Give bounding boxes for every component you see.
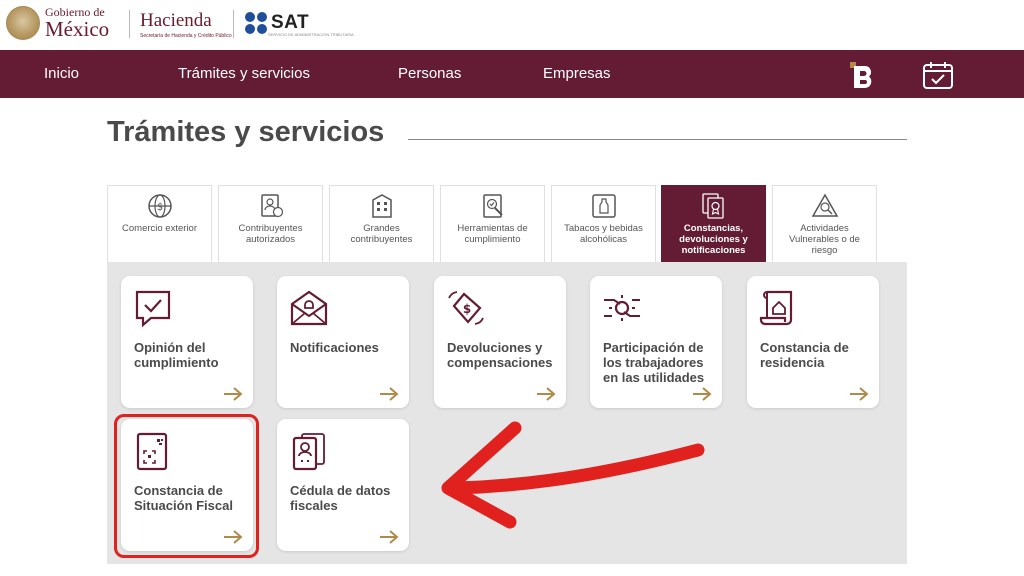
calendar-check-icon[interactable]: [922, 60, 954, 90]
arrow-right-icon: [380, 530, 399, 544]
money-exchange-icon: $: [448, 291, 484, 325]
sat-word: SAT: [271, 12, 310, 33]
hands-gear-icon: [604, 295, 640, 321]
tab-label: Actividades Vulnerables o de riesgo: [789, 223, 860, 256]
tab-label: Constancias, devoluciones y notificacion…: [679, 223, 748, 256]
building-icon: [371, 194, 392, 218]
tab-label: Grandes contribuyentes: [350, 223, 413, 245]
warning-triangle-icon: [811, 193, 838, 217]
chat-check-icon: [135, 290, 171, 328]
card-label: Notificaciones: [290, 340, 379, 355]
arrow-right-icon: [693, 387, 712, 401]
arrow-right-icon: [850, 387, 869, 401]
gobierno-mexico-logo[interactable]: Gobierno de México: [6, 6, 109, 40]
card-constancia-situacion-fiscal[interactable]: Constancia de Situación Fiscal: [121, 419, 253, 551]
globe-dollar-icon: $: [147, 194, 172, 218]
page-title: Trámites y servicios: [107, 116, 385, 148]
tab-label: Contribuyentes autorizados: [238, 223, 303, 245]
bottle-frame-icon: [591, 194, 616, 218]
hacienda-logo[interactable]: Hacienda Secretaría de Hacienda y Crédit…: [140, 11, 232, 39]
tab-comercio-exterior[interactable]: $ Comercio exterior: [107, 185, 212, 262]
nav-item-inicio[interactable]: Inicio: [44, 50, 79, 98]
qr-card-icon: [136, 432, 168, 471]
tab-label: Tabacos y bebidas alcohólicas: [564, 223, 643, 245]
document-check-icon: [482, 194, 503, 218]
tab-tabacos-bebidas[interactable]: Tabacos y bebidas alcohólicas: [551, 185, 656, 262]
gob-big-text: México: [45, 17, 110, 41]
title-divider: [408, 139, 907, 140]
card-notificaciones[interactable]: Notificaciones: [277, 276, 409, 408]
header-logos: Gobierno de México Hacienda Secretaría d…: [0, 0, 1024, 50]
document-user-icon: [260, 194, 283, 218]
arrow-right-icon: [224, 387, 243, 401]
card-label: Participación de los trabajadores en las…: [603, 340, 705, 385]
card-label: Constancia de residencia: [760, 340, 849, 370]
svg-text:$: $: [463, 302, 471, 316]
tab-contribuyentes-autorizados[interactable]: Contribuyentes autorizados: [218, 185, 323, 262]
sat-subtitle: SERVICIO DE ADMINISTRACIÓN TRIBUTARIA: [268, 32, 354, 37]
tab-actividades-vulnerables[interactable]: Actividades Vulnerables o de riesgo: [772, 185, 877, 262]
sat-dots-icon: [245, 12, 267, 34]
svg-text:$: $: [156, 202, 162, 213]
sat-logo[interactable]: SAT: [245, 12, 309, 34]
certificates-icon: [701, 193, 724, 219]
hacienda-title: Hacienda: [140, 10, 212, 31]
b-logo-icon[interactable]: [848, 60, 880, 90]
card-opinion-cumplimiento[interactable]: Opinión del cumplimiento: [121, 276, 253, 408]
tab-label: Comercio exterior: [122, 223, 197, 234]
logo-divider: [233, 10, 234, 38]
card-cedula-datos-fiscales[interactable]: Cédula de datos fiscales: [277, 419, 409, 551]
nav-item-tramites[interactable]: Trámites y servicios: [178, 50, 310, 98]
logo-divider: [129, 10, 130, 38]
national-seal-icon: [6, 6, 40, 40]
tab-constancias-devoluciones[interactable]: Constancias, devoluciones y notificacion…: [661, 185, 766, 262]
tab-grandes-contribuyentes[interactable]: Grandes contribuyentes: [329, 185, 434, 262]
nav-item-empresas[interactable]: Empresas: [543, 50, 611, 98]
card-devoluciones-compensaciones[interactable]: $ Devoluciones y compensaciones: [434, 276, 566, 408]
tab-label: Herramientas de cumplimiento: [457, 223, 528, 245]
id-card-icon: [292, 433, 325, 471]
main-navbar: Inicio Trámites y servicios Personas Emp…: [0, 50, 1024, 98]
envelope-bell-icon: [290, 290, 328, 326]
card-label: Devoluciones y compensaciones: [447, 340, 553, 370]
card-constancia-residencia[interactable]: Constancia de residencia: [747, 276, 879, 408]
arrow-right-icon: [537, 387, 556, 401]
card-label: Opinión del cumplimiento: [134, 340, 219, 370]
scroll-house-icon: [759, 290, 793, 326]
card-label: Constancia de Situación Fiscal: [134, 483, 233, 513]
red-arrow-annotation: [441, 421, 705, 529]
hacienda-subtitle: Secretaría de Hacienda y Crédito Público: [140, 33, 232, 39]
nav-item-personas[interactable]: Personas: [398, 50, 461, 98]
card-participacion-trabajadores[interactable]: Participación de los trabajadores en las…: [590, 276, 722, 408]
tab-herramientas-cumplimiento[interactable]: Herramientas de cumplimiento: [440, 185, 545, 262]
arrow-right-icon: [380, 387, 399, 401]
card-label: Cédula de datos fiscales: [290, 483, 391, 513]
arrow-right-icon: [224, 530, 243, 544]
